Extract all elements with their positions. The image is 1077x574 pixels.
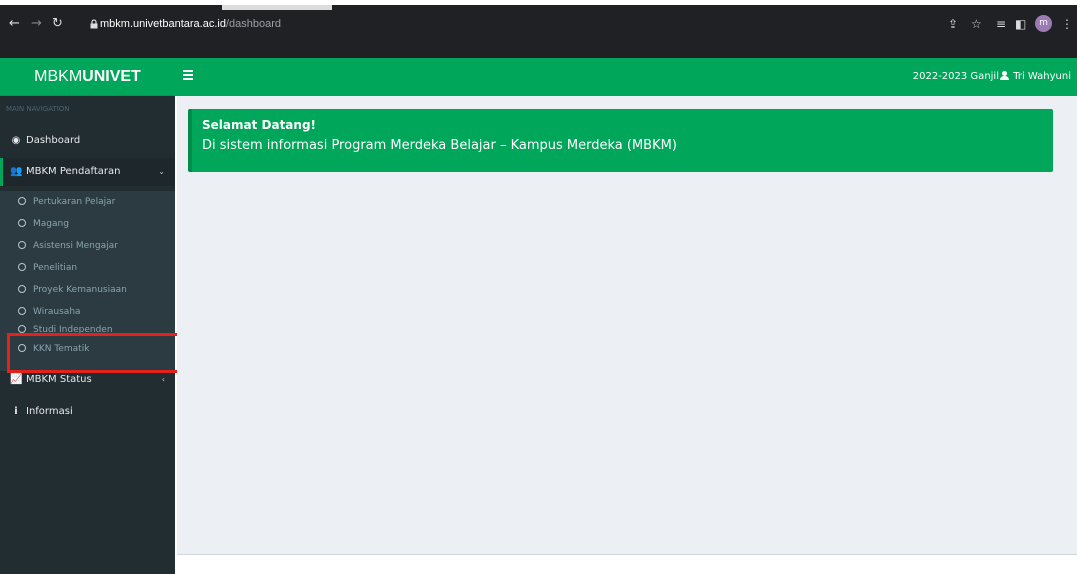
user-menu[interactable]: Tri Wahyuni	[1000, 70, 1071, 84]
circle-icon	[18, 307, 26, 315]
url-text: mbkm.univetbantara.ac.id/dashboard	[100, 18, 281, 30]
sidebar-item-dashboard[interactable]: ◉ Dashboard	[0, 127, 175, 155]
info-icon: i	[14, 406, 18, 417]
chevron-down-icon: ⌄	[158, 167, 165, 176]
browser-tab[interactable]	[222, 5, 332, 10]
logo-suffix: UNIVET	[82, 68, 141, 85]
browser-toolbar: ← → ↻ mbkm.univetbantara.ac.id/dashboard…	[0, 0, 1077, 58]
circle-icon	[18, 241, 26, 249]
dashboard-icon: ◉	[11, 135, 21, 146]
welcome-alert: Selamat Datang! Di sistem informasi Prog…	[188, 109, 1053, 172]
forward-icon[interactable]: →	[31, 17, 42, 31]
sidebar-item-informasi[interactable]: i Informasi	[0, 398, 175, 426]
submenu-item-proyek-kemanusiaan[interactable]: Proyek Kemanusiaan	[0, 279, 175, 301]
alert-title: Selamat Datang!	[202, 118, 317, 132]
circle-icon	[18, 263, 26, 271]
side-panel-icon[interactable]: ◧	[1015, 17, 1026, 31]
footer	[177, 554, 1077, 574]
circle-icon	[18, 197, 26, 205]
reading-list-icon[interactable]: ≡	[996, 17, 1006, 31]
highlight-box	[7, 333, 180, 373]
star-icon[interactable]: ☆	[971, 17, 982, 31]
back-icon[interactable]: ←	[9, 17, 20, 31]
menu-icon[interactable]: ⋮	[1061, 17, 1073, 31]
academic-year: 2022-2023 Ganjil	[912, 71, 999, 82]
profile-icon[interactable]: m	[1035, 15, 1052, 32]
reload-icon[interactable]: ↻	[52, 17, 63, 31]
address-bar[interactable]: mbkm.univetbantara.ac.id/dashboard	[88, 15, 918, 33]
main-content: Selamat Datang! Di sistem informasi Prog…	[177, 96, 1077, 554]
lock-icon	[90, 19, 98, 29]
top-navbar: 2022-2023 Ganjil Tri Wahyuni	[175, 58, 1077, 96]
sidebar-toggle-icon[interactable]	[183, 70, 193, 82]
logo-prefix: MBKM	[34, 68, 83, 85]
user-icon	[1000, 71, 1010, 80]
circle-icon	[18, 219, 26, 227]
sidebar-item-pendaftaran[interactable]: 👥 MBKM Pendaftaran ⌄	[0, 158, 175, 186]
share-icon[interactable]: ⇪	[948, 17, 958, 31]
circle-icon	[18, 285, 26, 293]
submenu-item-magang[interactable]: Magang	[0, 213, 175, 235]
alert-body: Di sistem informasi Program Merdeka Bela…	[202, 138, 677, 153]
circle-icon	[18, 325, 26, 333]
users-icon: 👥	[10, 166, 23, 177]
submenu-item-penelitian[interactable]: Penelitian	[0, 257, 175, 279]
submenu-item-pertukaran-pelajar[interactable]: Pertukaran Pelajar	[0, 191, 175, 213]
submenu-item-wirausaha[interactable]: Wirausaha	[0, 301, 175, 323]
app-logo[interactable]: MBKMUNIVET	[0, 58, 175, 96]
submenu-item-asistensi-mengajar[interactable]: Asistensi Mengajar	[0, 235, 175, 257]
user-name: Tri Wahyuni	[1013, 71, 1071, 82]
sidebar-header: MAIN NAVIGATION	[6, 105, 70, 113]
